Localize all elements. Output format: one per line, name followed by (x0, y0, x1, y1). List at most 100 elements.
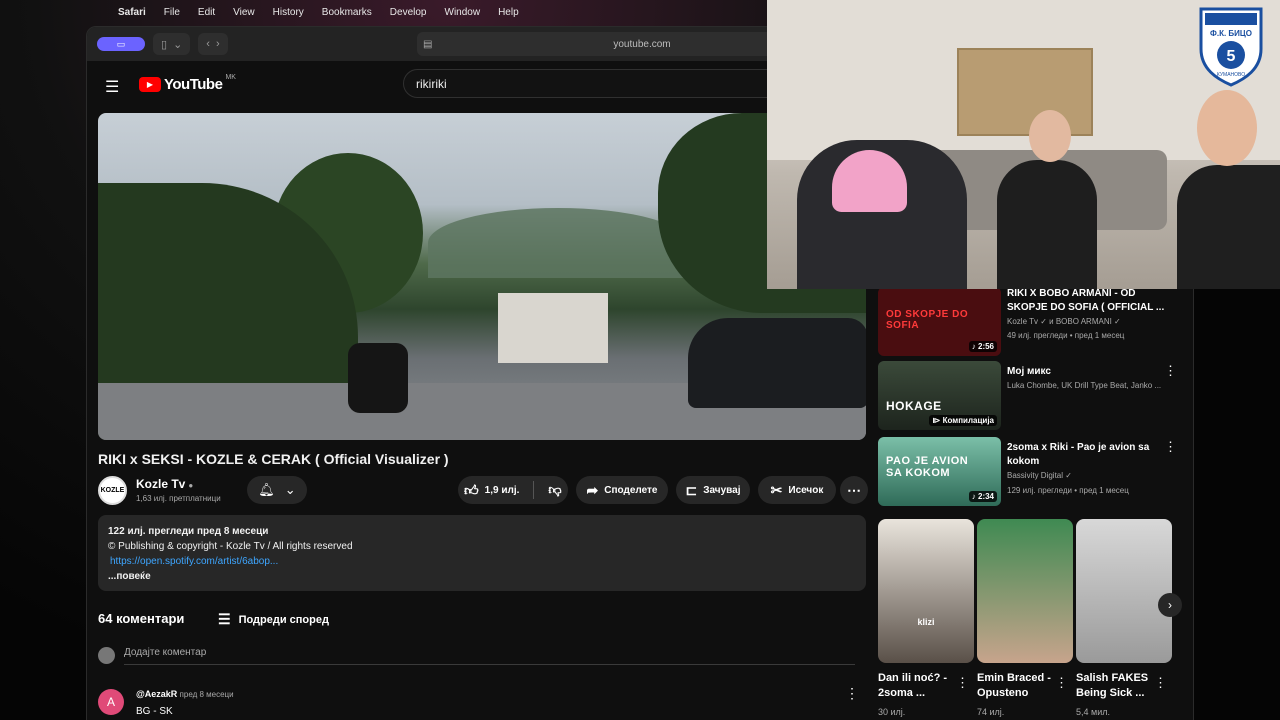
url-text: youtube.com (613, 38, 671, 50)
short-thumbnail[interactable] (977, 519, 1073, 663)
menu-view[interactable]: View (233, 7, 255, 18)
short-menu-icon[interactable]: ⋮ (956, 675, 969, 691)
verified-icon: ● (188, 481, 194, 490)
region-code: MK (225, 74, 236, 81)
mix-badge: ⧐ Компилација (929, 415, 997, 426)
mac-menu-bar: Safari File Edit View History Bookmarks … (0, 0, 770, 24)
cam-person-middle (997, 160, 1097, 289)
back-icon[interactable]: ‹ (206, 38, 210, 50)
badge-text: Ф.К. БИЦО (1210, 29, 1252, 38)
cam-person-middle-head (1029, 110, 1071, 162)
menu-help[interactable]: Help (498, 7, 519, 18)
like-button[interactable]: 👍︎ 1,9 илј. 👎︎ (458, 476, 568, 504)
share-label: Споделете (604, 484, 658, 496)
search-input[interactable]: rikiriki (403, 69, 783, 98)
menu-icon[interactable]: ☰ (105, 77, 119, 97)
channel-name[interactable]: Kozle Tv ● (136, 477, 193, 491)
short-views: 5,4 мил. (1076, 707, 1110, 717)
badge-city: КУМАНОВО (1217, 72, 1245, 78)
cam-person-right-head (1197, 90, 1257, 166)
short-title[interactable]: Emin Braced - Opusteno (977, 671, 1067, 701)
sort-icon: ☰ (218, 611, 231, 627)
save-button[interactable]: ⊏ Зачувај (676, 476, 750, 504)
menu-history[interactable]: History (273, 7, 304, 18)
subscriber-count: 1,63 илј. претплатници (136, 494, 221, 503)
recommendation-channel[interactable]: Bassivity Digital ✓ (1007, 471, 1072, 480)
search-value: rikiriki (416, 76, 447, 91)
comment-author[interactable]: @AezakR (136, 689, 177, 699)
recommendation-channel[interactable]: Kozle Tv ✓ и BOBO ARMANI ✓ (1007, 317, 1121, 326)
short-menu-icon[interactable]: ⋮ (1154, 675, 1167, 691)
profile-button[interactable]: ▭ (97, 37, 145, 51)
video-frame-motorbike (348, 343, 408, 413)
sidebar-toggle[interactable]: ▯ ⌄ (153, 33, 191, 55)
chevron-down-icon: ⌄ (284, 482, 296, 497)
comment-text: BG - SK (136, 706, 173, 717)
menu-file[interactable]: File (164, 7, 180, 18)
menu-bookmarks[interactable]: Bookmarks (322, 7, 372, 18)
description-box[interactable]: 122 илј. прегледи пред 8 месеци © Publis… (98, 515, 866, 591)
video-frame-mountain (428, 208, 688, 278)
spotify-link[interactable]: https://open.spotify.com/artist/6abop... (108, 554, 856, 569)
recommendation-thumbnail[interactable]: PAO JE AVION SA KOKOM ♪ 2:34 (878, 437, 1001, 506)
short-views: 74 илј. (977, 707, 1005, 717)
youtube-logo[interactable]: ▶ YouTube MK (139, 74, 236, 93)
recommendation-item[interactable]: HOKAGE ⧐ Компилација Мој микс Luka Chomb… (878, 361, 1178, 431)
clip-label: Исечок (788, 484, 824, 496)
recommendation-thumbnail[interactable]: HOKAGE ⧐ Компилација (878, 361, 1001, 430)
save-label: Зачувај (703, 484, 741, 496)
short-label: klizi (917, 617, 935, 627)
show-more-link[interactable]: ...повеќе (108, 569, 856, 584)
recommendation-title[interactable]: Мој микс (1007, 365, 1167, 379)
menu-window[interactable]: Window (445, 7, 481, 18)
thumbnail-text: PAO JE AVION SA KOKOM (886, 455, 969, 479)
chevron-right-icon: › (1168, 598, 1172, 612)
channel-avatar[interactable]: KOZLE (98, 476, 127, 505)
recommendation-item[interactable]: PAO JE AVION SA KOKOM ♪ 2:34 2soma x Rik… (878, 437, 1178, 507)
short-menu-icon[interactable]: ⋮ (1055, 675, 1068, 691)
short-title[interactable]: Dan ili noć? - 2soma ... (878, 671, 968, 701)
club-badge-logo: Ф.К. БИЦО 5 КУМАНОВО (1199, 7, 1263, 87)
comment-avatar[interactable]: A (98, 689, 124, 715)
video-player[interactable] (98, 113, 866, 440)
thumbs-down-icon[interactable]: 👎︎ (548, 482, 561, 498)
sort-label: Подреди според (238, 613, 329, 626)
sort-comments-button[interactable]: ☰ Подреди според (218, 611, 329, 628)
recommendation-meta: 49 илј. прегледи • пред 1 месец (1007, 331, 1125, 340)
recommendation-menu-icon[interactable]: ⋮ (1164, 439, 1177, 455)
shorts-next-button[interactable]: › (1158, 593, 1182, 617)
short-title[interactable]: Salish FAKES Being Sick ... (1076, 671, 1166, 701)
video-frame-house (498, 293, 608, 363)
add-comment-input[interactable]: Додајте коментар (124, 647, 855, 665)
short-thumbnail[interactable]: klizi (878, 519, 974, 663)
clip-button[interactable]: ✂ Исечок (758, 476, 836, 504)
thumbnail-text: OD SKOPJE DO SOFIA (886, 309, 969, 331)
page-menu-icon[interactable]: ▤ (423, 39, 432, 50)
thumbs-up-icon: 👍︎ (464, 481, 479, 498)
profile-icon: ▭ (116, 38, 126, 49)
bell-icon: 🔔︎ (258, 482, 275, 497)
recommendation-thumbnail[interactable]: OD SKOPJE DO SOFIA ♪ 2:56 (878, 287, 1001, 356)
history-nav: ‹ › (198, 33, 228, 55)
subscribed-notifications-button[interactable]: 🔔︎ ⌄ (247, 476, 307, 504)
more-actions-button[interactable]: ⋯ (840, 476, 868, 504)
recommendation-menu-icon[interactable]: ⋮ (1164, 363, 1177, 379)
menu-edit[interactable]: Edit (198, 7, 215, 18)
copyright-line: © Publishing & copyright - Kozle Tv / Al… (108, 541, 353, 552)
logo-text: YouTube (164, 76, 223, 93)
comment-menu-icon[interactable]: ⋮ (845, 685, 859, 702)
menu-develop[interactable]: Develop (390, 7, 427, 18)
recommendation-channel[interactable]: Luka Chombe, UK Drill Type Beat, Janko .… (1007, 381, 1161, 390)
recommendation-title[interactable]: 2soma x Riki - Pao je avion sa kokom (1007, 441, 1167, 469)
forward-icon[interactable]: › (216, 38, 220, 50)
share-button[interactable]: ➦ Споделете (576, 476, 668, 504)
user-avatar (98, 647, 115, 664)
recommendation-meta: 129 илј. прегледи • пред 1 месец (1007, 486, 1129, 495)
recommendation-title[interactable]: RIKI X BOBO ARMANI - OD SKOPJE DO SOFIA … (1007, 287, 1167, 315)
menu-safari[interactable]: Safari (118, 7, 146, 18)
recommendation-item[interactable]: OD SKOPJE DO SOFIA ♪ 2:56 RIKI X BOBO AR… (878, 287, 1178, 357)
chevron-down-icon: ⌄ (173, 38, 183, 51)
short-thumbnail[interactable] (1076, 519, 1172, 663)
video-frame-car (688, 318, 866, 408)
video-title: RIKI x SEKSI - KOZLE & CERAK ( Official … (98, 451, 449, 467)
